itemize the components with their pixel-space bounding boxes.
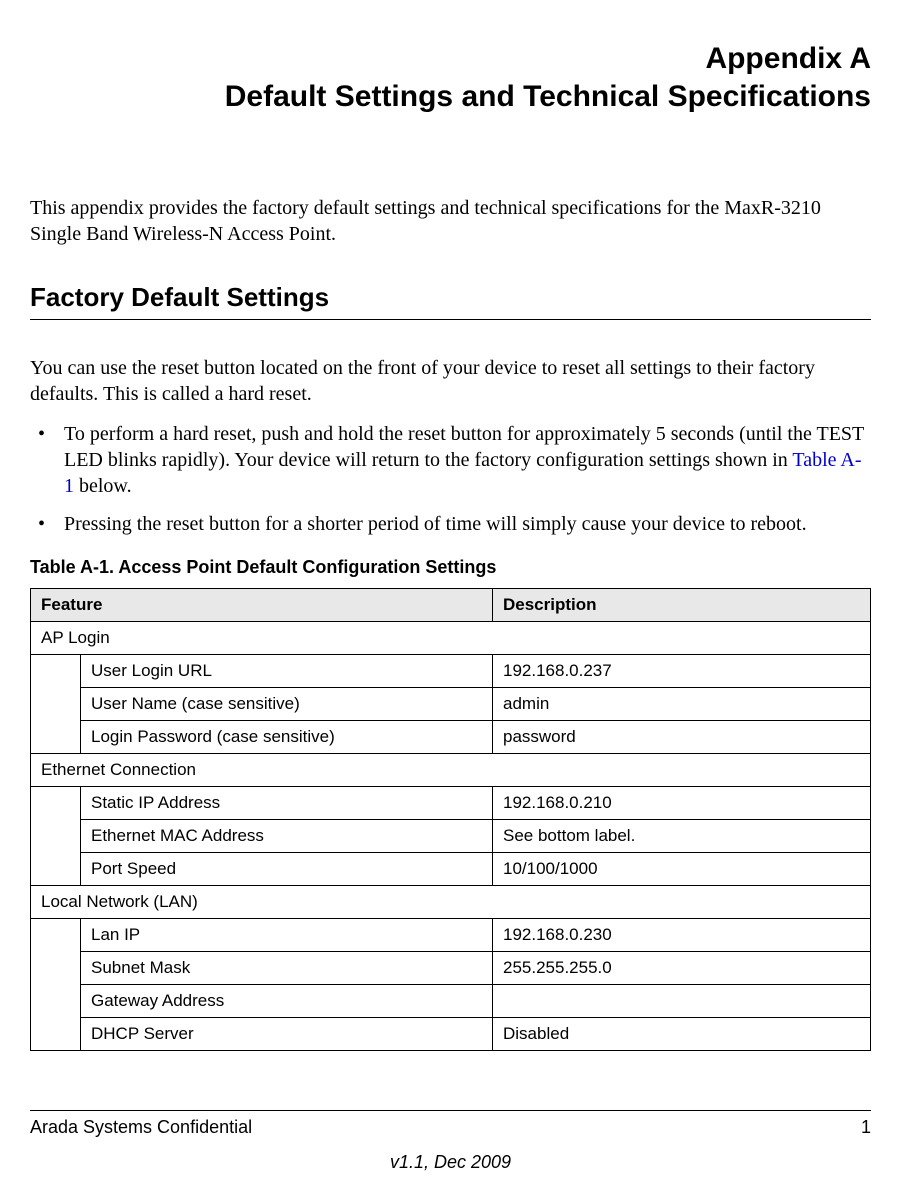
description-cell: admin: [493, 688, 871, 721]
footer-line: Arada Systems Confidential 1: [30, 1110, 871, 1138]
description-cell: [493, 985, 871, 1018]
page-number: 1: [861, 1117, 871, 1138]
table-row: Gateway Address: [31, 985, 871, 1018]
appendix-title-line1: Appendix A: [30, 40, 871, 78]
table-row: Static IP Address 192.168.0.210: [31, 787, 871, 820]
description-cell: 255.255.255.0: [493, 952, 871, 985]
section-heading-factory-defaults: Factory Default Settings: [30, 282, 871, 320]
hard-reset-paragraph: You can use the reset button located on …: [30, 355, 871, 407]
table-row: Lan IP 192.168.0.230: [31, 919, 871, 952]
column-header-description: Description: [493, 589, 871, 622]
table-group-row: Local Network (LAN): [31, 886, 871, 919]
table-row: DHCP Server Disabled: [31, 1018, 871, 1051]
group-name: Ethernet Connection: [31, 754, 871, 787]
footer-version: v1.1, Dec 2009: [30, 1152, 871, 1173]
feature-cell: DHCP Server: [81, 1018, 493, 1051]
bullet-text-pre: To perform a hard reset, push and hold t…: [64, 423, 864, 471]
bullet-text-post: below.: [74, 475, 132, 497]
feature-cell: User Name (case sensitive): [81, 688, 493, 721]
table-header-row: Feature Description: [31, 589, 871, 622]
group-name: Local Network (LAN): [31, 886, 871, 919]
description-cell: 192.168.0.230: [493, 919, 871, 952]
bullet-text: Pressing the reset button for a shorter …: [64, 513, 807, 535]
feature-cell: Subnet Mask: [81, 952, 493, 985]
indent-cell: [31, 787, 81, 886]
description-cell: See bottom label.: [493, 820, 871, 853]
feature-cell: Login Password (case sensitive): [81, 721, 493, 754]
feature-cell: User Login URL: [81, 655, 493, 688]
list-item: Pressing the reset button for a shorter …: [30, 511, 871, 537]
description-cell: Disabled: [493, 1018, 871, 1051]
feature-cell: Gateway Address: [81, 985, 493, 1018]
feature-cell: Static IP Address: [81, 787, 493, 820]
table-row: Login Password (case sensitive) password: [31, 721, 871, 754]
table-caption: Table A-1. Access Point Default Configur…: [30, 557, 871, 578]
column-header-feature: Feature: [31, 589, 493, 622]
indent-cell: [31, 919, 81, 1051]
table-row: User Login URL 192.168.0.237: [31, 655, 871, 688]
appendix-title: Appendix A Default Settings and Technica…: [30, 40, 871, 115]
feature-cell: Lan IP: [81, 919, 493, 952]
table-row: Port Speed 10/100/1000: [31, 853, 871, 886]
indent-cell: [31, 655, 81, 754]
table-row: Subnet Mask 255.255.255.0: [31, 952, 871, 985]
description-cell: 10/100/1000: [493, 853, 871, 886]
page-footer: Arada Systems Confidential 1 v1.1, Dec 2…: [30, 1110, 871, 1173]
description-cell: 192.168.0.237: [493, 655, 871, 688]
default-settings-table: Feature Description AP Login User Login …: [30, 588, 871, 1051]
intro-paragraph: This appendix provides the factory defau…: [30, 195, 871, 247]
feature-cell: Port Speed: [81, 853, 493, 886]
description-cell: password: [493, 721, 871, 754]
table-group-row: AP Login: [31, 622, 871, 655]
list-item: To perform a hard reset, push and hold t…: [30, 421, 871, 499]
group-name: AP Login: [31, 622, 871, 655]
table-group-row: Ethernet Connection: [31, 754, 871, 787]
table-row: User Name (case sensitive) admin: [31, 688, 871, 721]
reset-instructions-list: To perform a hard reset, push and hold t…: [30, 421, 871, 537]
footer-confidential: Arada Systems Confidential: [30, 1117, 252, 1138]
feature-cell: Ethernet MAC Address: [81, 820, 493, 853]
appendix-title-line2: Default Settings and Technical Specifica…: [30, 78, 871, 116]
table-row: Ethernet MAC Address See bottom label.: [31, 820, 871, 853]
description-cell: 192.168.0.210: [493, 787, 871, 820]
